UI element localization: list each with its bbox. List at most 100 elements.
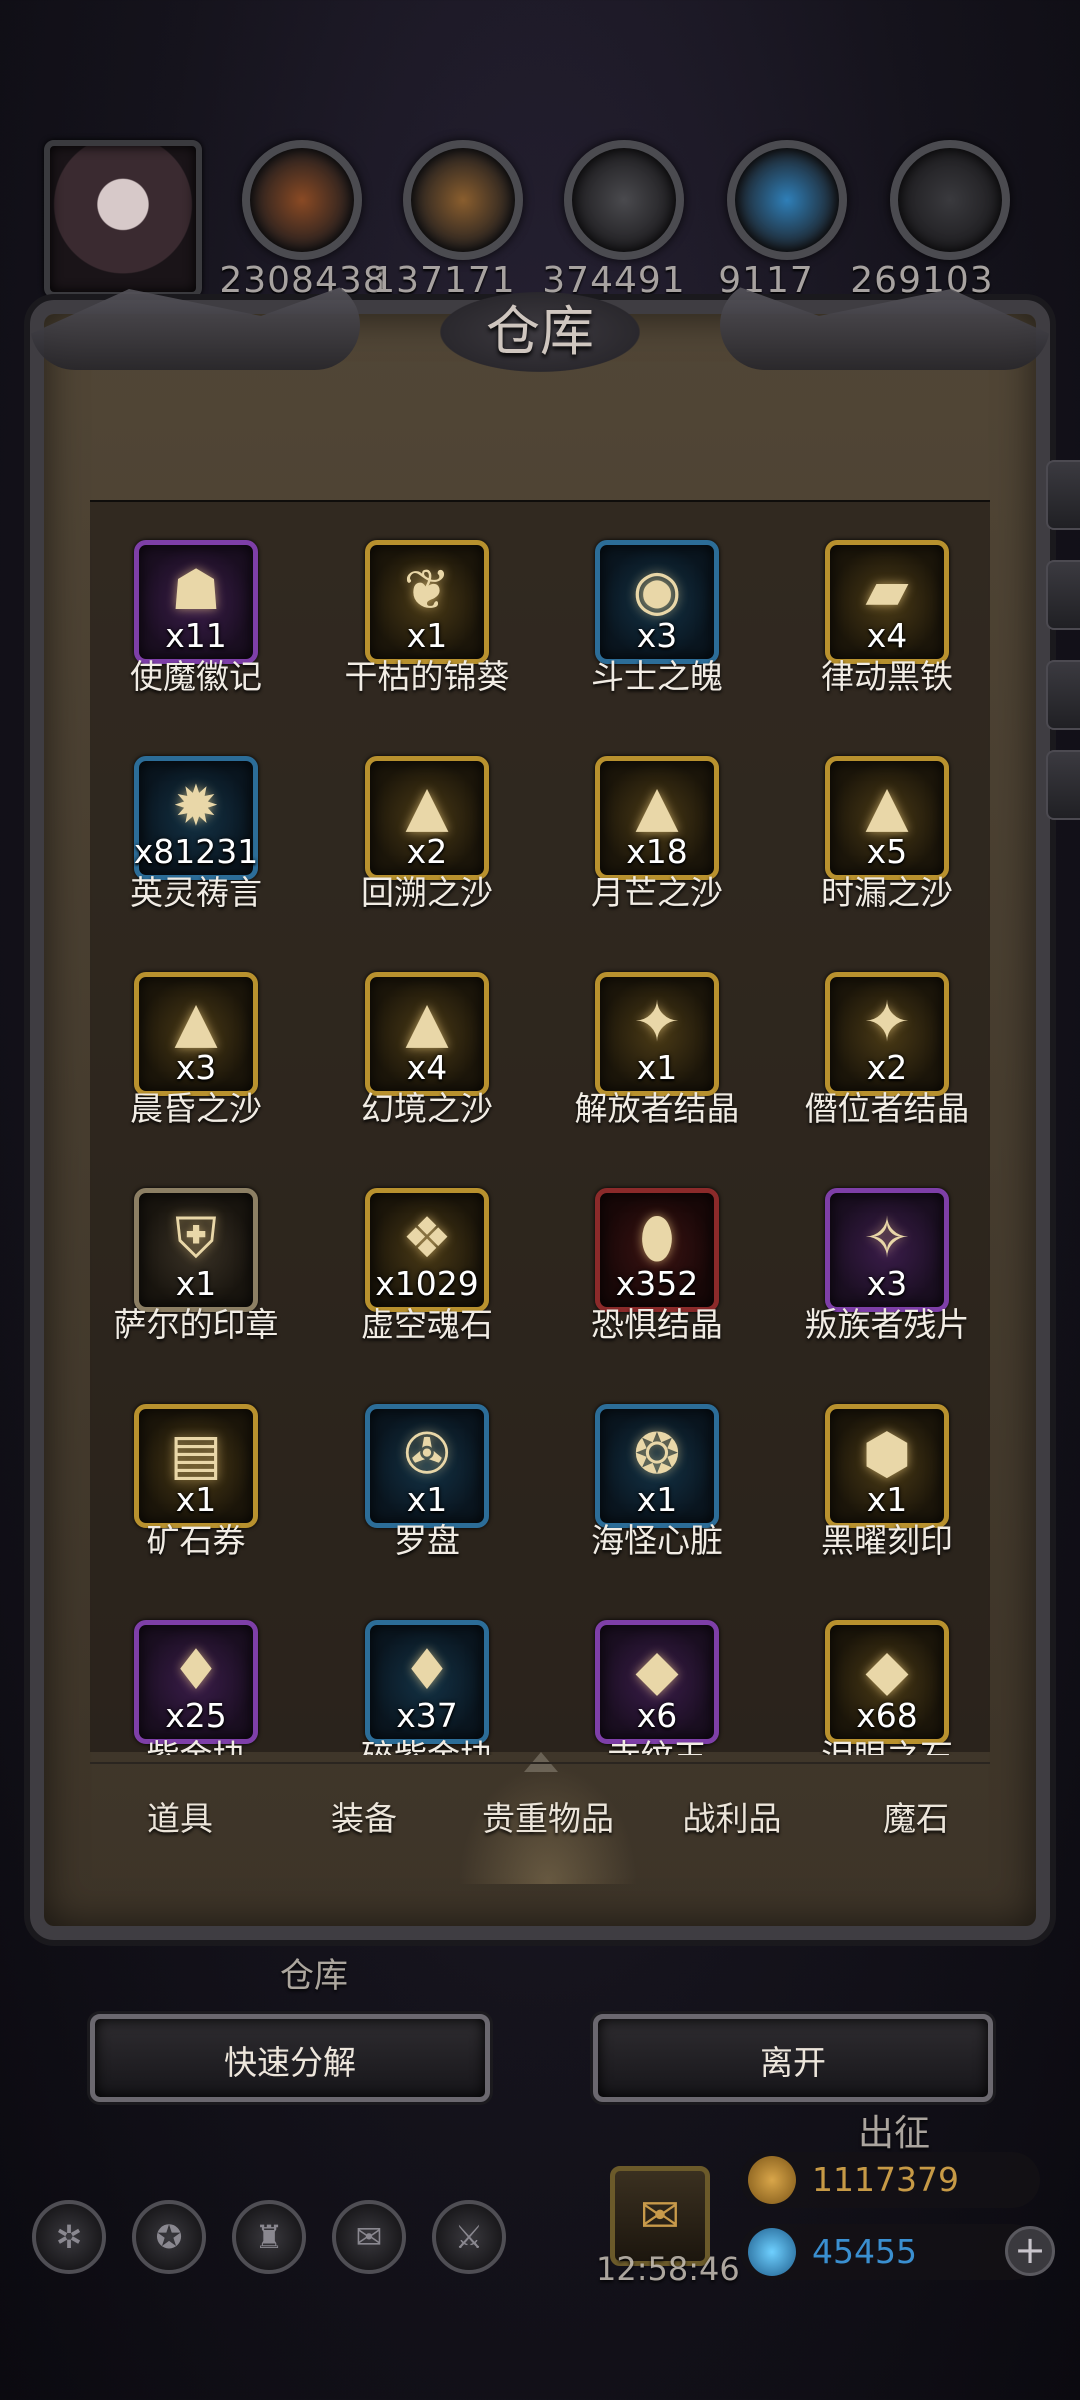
- item-grid[interactable]: ☗ x11 使魔徽记 ❦ x1 干枯的锦葵 ◉ x3 斗士之魄 ▰ x4 律动黑铁 ✹ x81231 英灵祷…: [90, 520, 990, 1755]
- inventory-item[interactable]: ◆x6寺纹玉: [551, 1600, 776, 1755]
- item-icon: ▲: [865, 774, 909, 839]
- scroll-icon: [748, 2156, 796, 2204]
- inventory-item[interactable]: ✇ x1 罗盘: [321, 1384, 546, 1600]
- item-name: 律动黑铁: [821, 657, 953, 696]
- item-name: 使魔徽记: [130, 657, 262, 696]
- inventory-item[interactable]: ▲ x4 幻境之沙: [321, 952, 546, 1168]
- resource-count: 9117: [718, 260, 814, 301]
- gem-icon: [748, 2228, 796, 2276]
- category-tabs: 道具 装备 贵重物品 战利品 魔石: [90, 1762, 990, 1884]
- item-icon: ▲: [405, 990, 449, 1055]
- inventory-item[interactable]: ▰ x4 律动黑铁: [781, 520, 990, 736]
- timer: 12:58:46: [596, 2250, 740, 2288]
- settings-icon[interactable]: ✲: [32, 2200, 106, 2274]
- item-icon: ◆: [865, 1638, 909, 1703]
- item-icon: ✦: [863, 990, 911, 1055]
- metal-ingot-icon[interactable]: [564, 140, 684, 260]
- item-name: 矿石券: [146, 1521, 246, 1560]
- item-icon: ✇: [403, 1422, 451, 1487]
- inventory-item[interactable]: ▲ x5 时漏之沙: [781, 736, 990, 952]
- item-icon: ✧: [863, 1206, 911, 1271]
- item-icon: ⬢: [862, 1422, 912, 1487]
- tab-loot[interactable]: 战利品: [642, 1764, 822, 1884]
- item-icon: ▲: [635, 774, 679, 839]
- item-icon: ▲: [405, 774, 449, 839]
- item-name: 恐惧结晶: [591, 1305, 723, 1344]
- resource-bar: 2308438 137171 374491 9117 269103: [0, 130, 1080, 301]
- player-avatar[interactable]: [44, 140, 202, 298]
- item-name: 虚空魂石: [361, 1305, 493, 1344]
- inventory-item[interactable]: ◉ x3 斗士之魄: [551, 520, 776, 736]
- expedition-label[interactable]: 出征: [858, 2104, 930, 2156]
- gem-counter: 45455: [740, 2224, 1040, 2280]
- item-name: 月芒之沙: [591, 873, 723, 912]
- crystal-icon[interactable]: [727, 140, 847, 260]
- item-name: 回溯之沙: [361, 873, 493, 912]
- castle-icon[interactable]: ♜: [232, 2200, 306, 2274]
- item-name: 紫金块: [90, 1730, 302, 1755]
- tab-equipment[interactable]: 装备: [274, 1764, 454, 1884]
- gold-counter: 1117379: [740, 2152, 1040, 2208]
- leave-button[interactable]: 离开: [593, 2014, 993, 2102]
- inventory-item[interactable]: ☗ x11 使魔徽记: [90, 520, 315, 736]
- tab-items[interactable]: 道具: [90, 1764, 270, 1884]
- inventory-item[interactable]: ❖ x1029 虚空魂石: [321, 1168, 546, 1384]
- inventory-item[interactable]: ❦ x1 干枯的锦葵: [321, 520, 546, 736]
- item-icon: ❖: [401, 1206, 453, 1271]
- item-icon: ❂: [633, 1422, 681, 1487]
- item-name: 英灵祷言: [130, 873, 262, 912]
- panel-title: 仓库: [440, 292, 640, 372]
- item-icon: ⛨: [175, 1206, 217, 1271]
- inventory-item[interactable]: ♦x37碎紫金块: [321, 1600, 546, 1755]
- item-name: 斗士之魄: [591, 657, 723, 696]
- inventory-item[interactable]: ♦x25紫金块: [90, 1600, 315, 1755]
- side-tab[interactable]: [1046, 660, 1080, 730]
- item-icon: ▲: [174, 990, 218, 1055]
- item-name: 僭位者结晶: [804, 1089, 970, 1128]
- achievement-icon[interactable]: ✪: [132, 2200, 206, 2274]
- inventory-item[interactable]: ❂ x1 海怪心脏: [551, 1384, 776, 1600]
- side-tab[interactable]: [1046, 560, 1080, 630]
- inventory-item[interactable]: ▲ x2 回溯之沙: [321, 736, 546, 952]
- inventory-item[interactable]: ⬢ x1 黑曜刻印: [781, 1384, 990, 1600]
- quick-dismantle-button[interactable]: 快速分解: [90, 2014, 490, 2102]
- inventory-item[interactable]: ▲ x3 晨昏之沙: [90, 952, 315, 1168]
- tab-magic-stones[interactable]: 魔石: [826, 1764, 1006, 1884]
- battle-icon[interactable]: ⚔: [432, 2200, 506, 2274]
- ore-icon-1[interactable]: [242, 140, 362, 260]
- item-name: 晨昏之沙: [130, 1089, 262, 1128]
- inventory-item[interactable]: ✹ x81231 英灵祷言: [90, 736, 315, 952]
- side-tab[interactable]: [1046, 460, 1080, 530]
- inventory-item[interactable]: ✦ x2 僭位者结晶: [781, 952, 990, 1168]
- inventory-item[interactable]: ◆x68泪眼之石: [781, 1600, 990, 1755]
- item-name: 干枯的锦葵: [344, 657, 510, 696]
- inventory-item[interactable]: ✧ x3 叛族者残片: [781, 1168, 990, 1384]
- item-icon: ♦: [401, 1638, 453, 1703]
- mail-icon[interactable]: ✉: [332, 2200, 406, 2274]
- inventory-item[interactable]: ⬮ x352 恐惧结晶: [551, 1168, 776, 1384]
- item-name: 海怪心脏: [591, 1521, 723, 1560]
- inventory-item[interactable]: ✦ x1 解放者结晶: [551, 952, 776, 1168]
- dark-ingot-icon[interactable]: [890, 140, 1010, 260]
- item-name: 寺纹玉: [551, 1730, 763, 1755]
- inventory-item[interactable]: ⛨ x1 萨尔的印章: [90, 1168, 315, 1384]
- item-icon: ◉: [632, 558, 682, 623]
- item-name: 罗盘: [394, 1521, 460, 1560]
- gold-value: 1117379: [812, 2160, 959, 2199]
- item-icon: ☗: [170, 558, 222, 623]
- inventory-item[interactable]: ▤ x1 矿石券: [90, 1384, 315, 1600]
- side-tab[interactable]: [1046, 750, 1080, 820]
- item-icon: ✦: [633, 990, 681, 1055]
- inventory-item[interactable]: ▲ x18 月芒之沙: [551, 736, 776, 952]
- item-icon: ⬮: [639, 1206, 675, 1271]
- item-icon: ❦: [403, 558, 451, 623]
- item-name: 幻境之沙: [361, 1089, 493, 1128]
- gem-value: 45455: [812, 2232, 917, 2271]
- wood-icon[interactable]: [403, 140, 523, 260]
- resource-count: 269103: [850, 260, 994, 301]
- item-icon: ▰: [865, 558, 909, 623]
- warehouse-label: 仓库: [280, 1956, 348, 1996]
- tab-valuables[interactable]: 贵重物品: [458, 1764, 638, 1884]
- add-icon[interactable]: +: [1005, 2226, 1055, 2276]
- item-icon: ♦: [170, 1638, 222, 1703]
